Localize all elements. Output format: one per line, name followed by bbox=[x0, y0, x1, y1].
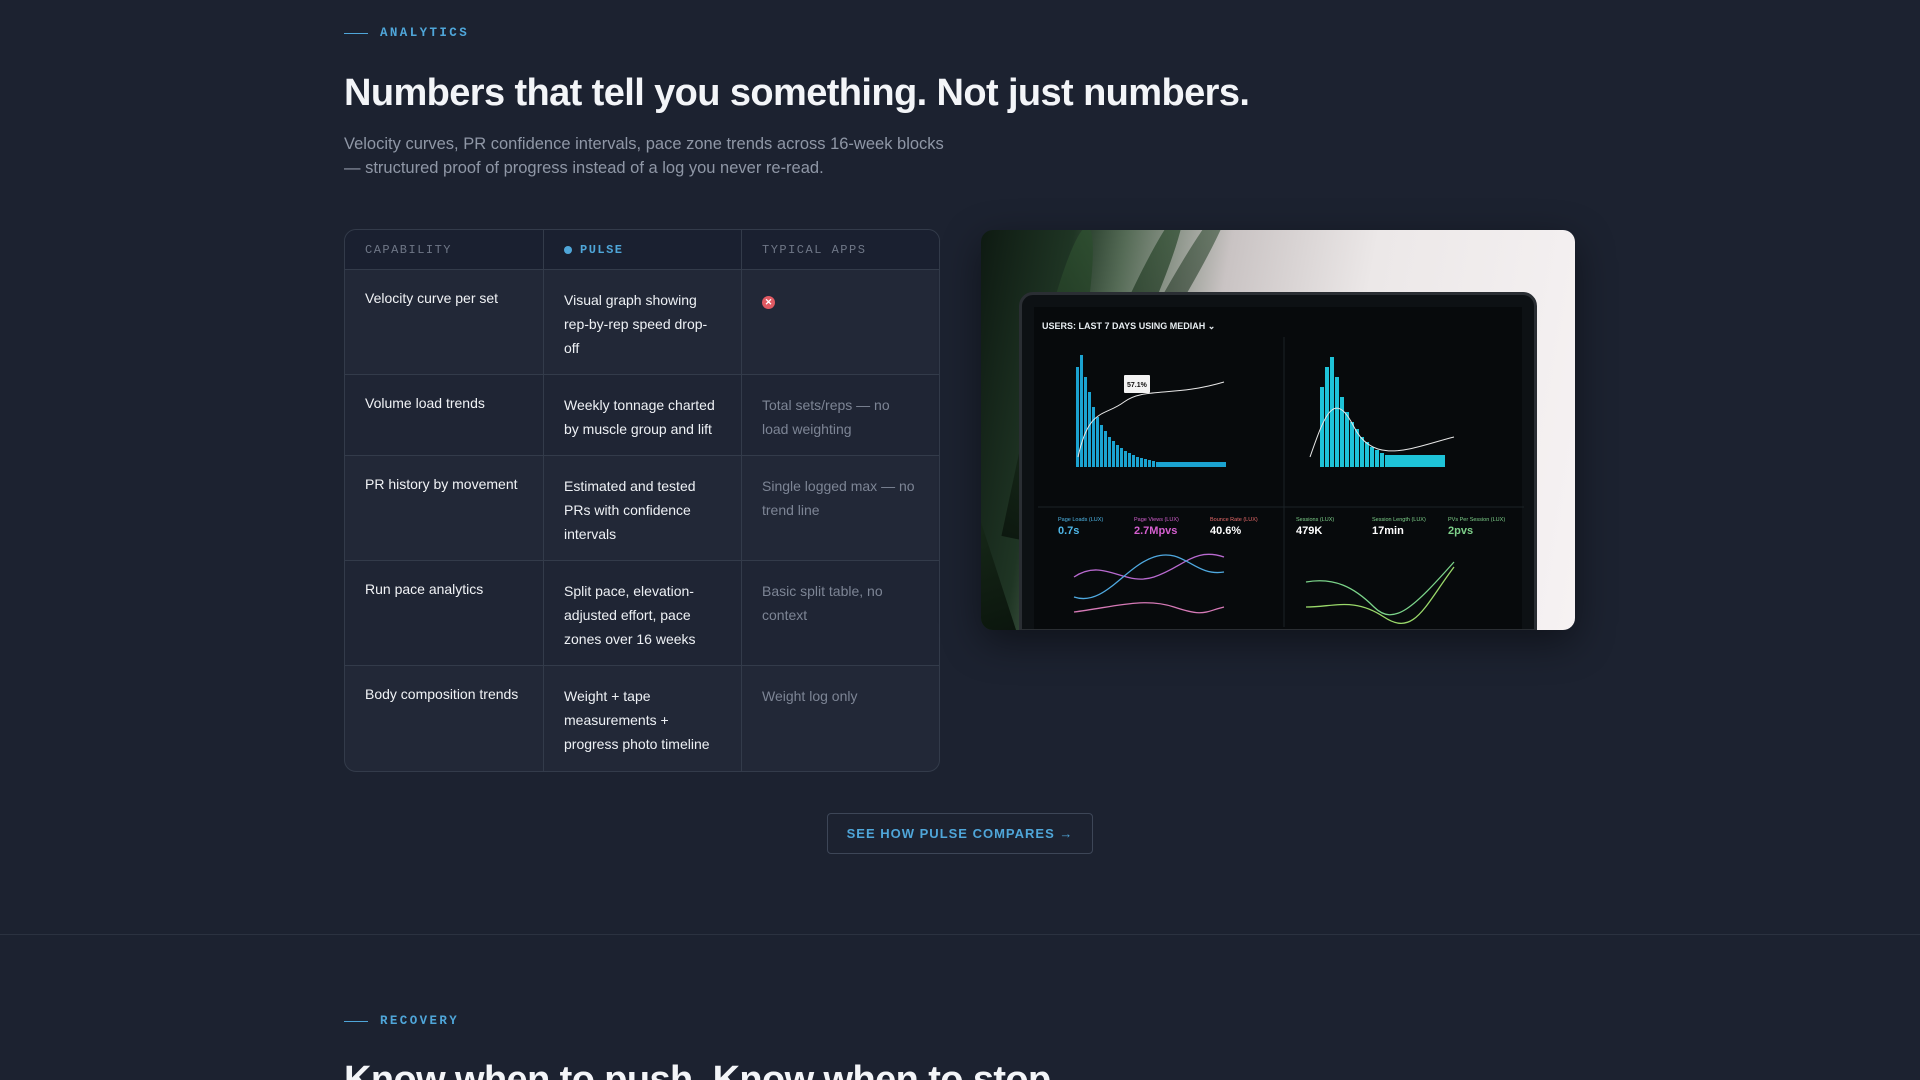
pulse-cell: Weight + tape measurements + progress ph… bbox=[544, 666, 742, 771]
table-row: PR history by movement Estimated and tes… bbox=[345, 456, 939, 564]
eyebrow-label: ANALYTICS bbox=[380, 26, 470, 40]
laptop: USERS: LAST 7 DAYS USING MEDIAH ⌄ 57.1% … bbox=[1019, 292, 1537, 630]
section-subtitle: Velocity curves, PR confidence intervals… bbox=[344, 135, 944, 177]
kpi-value: 40.6% bbox=[1210, 525, 1242, 537]
kpi-value: 2pvs bbox=[1448, 525, 1474, 537]
kpi-label: Page Views (LUX) bbox=[1134, 517, 1179, 523]
kpi-value: 0.7s bbox=[1058, 525, 1080, 537]
eyebrow-line bbox=[344, 32, 368, 34]
kpi-label: PVs Per Session (LUX) bbox=[1448, 517, 1506, 523]
pulse-cell: Weekly tonnage charted by muscle group a… bbox=[544, 375, 742, 459]
eyebrow-label: RECOVERY bbox=[380, 1014, 460, 1028]
typical-cell: Basic split table, no context bbox=[762, 583, 883, 623]
recovery-headline: Know when to push. Know when to stop. bbox=[344, 1059, 1061, 1080]
typical-cell: Single logged max — no trend line bbox=[762, 478, 915, 518]
table-row: Body composition trends Weight + tape me… bbox=[345, 666, 939, 771]
kpi-value: 2.7Mpvs bbox=[1134, 525, 1178, 537]
dashboard-charts: 57.1% bbox=[1038, 337, 1524, 627]
pulse-dot-icon bbox=[564, 245, 572, 254]
pulse-cell: Estimated and tested PRs with confidence… bbox=[544, 456, 742, 564]
comparison-table: CAPABILITY PULSE TYPICAL APPS Velocity c… bbox=[344, 229, 940, 772]
capability-cell: PR history by movement bbox=[345, 456, 544, 564]
section-headline: Numbers that tell you something. Not jus… bbox=[344, 72, 1250, 114]
plant-leaf bbox=[981, 279, 1020, 630]
pulse-cell: Split pace, elevation-adjusted effort, p… bbox=[544, 561, 742, 669]
table-row: Run pace analytics Split pace, elevation… bbox=[345, 561, 939, 669]
header-pulse: PULSE bbox=[544, 230, 742, 269]
kpi-value: 479K bbox=[1296, 525, 1323, 537]
table-row: Volume load trends Weekly tonnage charte… bbox=[345, 375, 939, 459]
laptop-screen: USERS: LAST 7 DAYS USING MEDIAH ⌄ 57.1% … bbox=[1034, 307, 1524, 629]
capability-cell: Run pace analytics bbox=[345, 561, 544, 669]
header-pulse-label: PULSE bbox=[580, 242, 624, 257]
kpi-value: 17min bbox=[1372, 525, 1404, 537]
typical-cell: Weight log only bbox=[762, 688, 858, 704]
table-row: Velocity curve per set Visual graph show… bbox=[345, 270, 939, 378]
dashboard-photo: USERS: LAST 7 DAYS USING MEDIAH ⌄ 57.1% … bbox=[981, 230, 1575, 630]
kpi-label: Bounce Rate (LUX) bbox=[1210, 517, 1258, 523]
see-how-pulse-compares-button[interactable]: SEE HOW PULSE COMPARES → bbox=[827, 813, 1093, 854]
section-divider bbox=[0, 934, 1920, 935]
pulse-cell: Visual graph showing rep-by-rep speed dr… bbox=[544, 270, 742, 378]
recovery-eyebrow: RECOVERY bbox=[344, 1014, 1576, 1028]
header-typical-apps: TYPICAL APPS bbox=[762, 242, 867, 257]
capability-cell: Volume load trends bbox=[345, 375, 544, 459]
typical-cell: ✕ bbox=[742, 270, 939, 378]
kpi-label: Session Length (LUX) bbox=[1372, 517, 1426, 523]
capability-cell: Body composition trends bbox=[345, 666, 544, 771]
table-header: CAPABILITY PULSE TYPICAL APPS bbox=[345, 230, 939, 270]
analytics-eyebrow: ANALYTICS bbox=[344, 26, 1576, 40]
typical-cell: Total sets/reps — no load weighting bbox=[762, 397, 890, 437]
header-capability: CAPABILITY bbox=[345, 230, 544, 269]
kpi-label: Sessions (LUX) bbox=[1296, 517, 1335, 523]
tooltip-text: 57.1% bbox=[1127, 382, 1148, 389]
kpi-label: Page Loads (LUX) bbox=[1058, 517, 1104, 523]
eyebrow-line bbox=[344, 1020, 368, 1022]
x-circle-icon: ✕ bbox=[762, 296, 775, 309]
capability-cell: Velocity curve per set bbox=[345, 270, 544, 378]
